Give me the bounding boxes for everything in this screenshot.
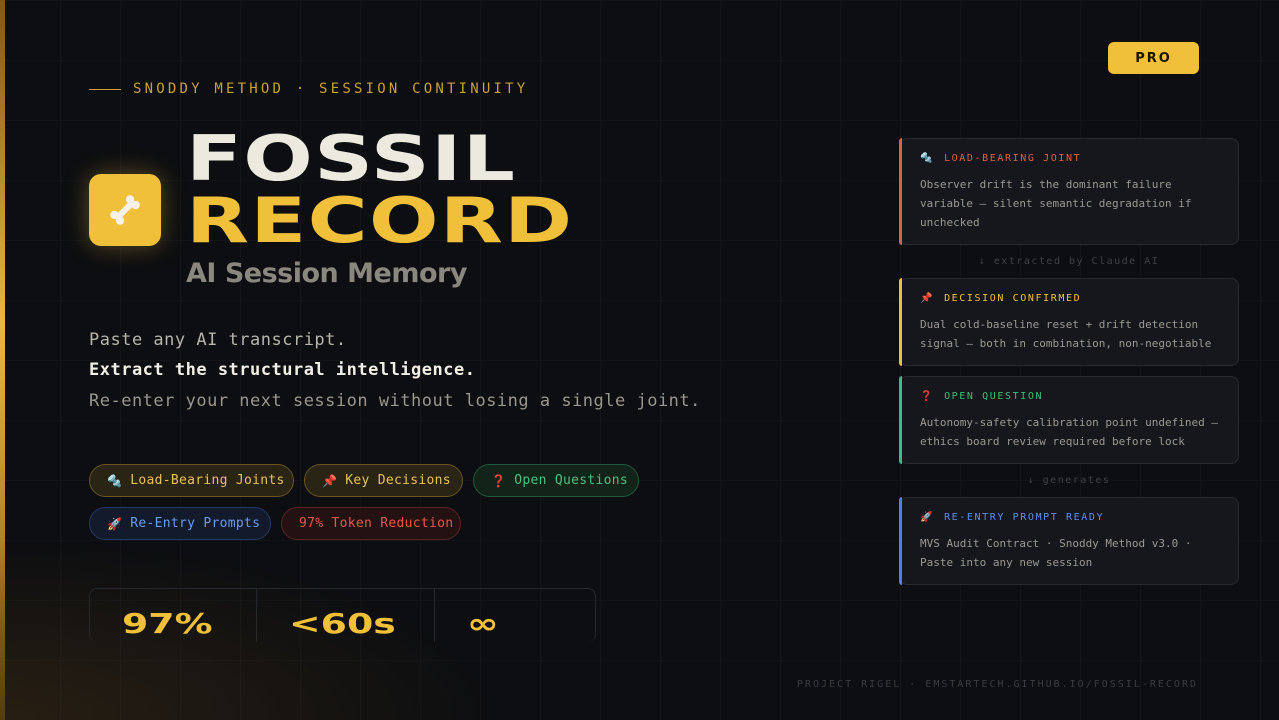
card-title: DECISION CONFIRMED: [944, 293, 1082, 304]
eyebrow-line: [89, 88, 121, 90]
tagline-3: Re-enter your next session without losin…: [89, 391, 701, 411]
eyebrow-text: SNODDY METHOD · SESSION CONTINUITY: [133, 81, 529, 97]
bone-icon: [110, 195, 140, 225]
tagline-2: Extract the structural intelligence.: [89, 360, 476, 380]
pin-icon: 📌: [920, 293, 935, 304]
chip-label: Open Questions: [514, 473, 629, 488]
pin-icon: 📌: [322, 473, 338, 488]
card-head: 🚀 RE-ENTRY PROMPT READY: [920, 512, 1218, 523]
stat-value: 97%: [122, 607, 213, 640]
chip-label: 97% Token Reduction: [299, 516, 454, 531]
card-title: OPEN QUESTION: [944, 391, 1044, 402]
rocket-icon: 🚀: [920, 512, 935, 523]
chip-token-reduction: 97% Token Reduction: [281, 507, 461, 540]
tagline-1: Paste any AI transcript.: [89, 330, 347, 350]
left-accent-bar: [0, 0, 5, 720]
card-decision-confirmed: 📌 DECISION CONFIRMED Dual cold-baseline …: [899, 278, 1239, 366]
card-load-bearing-joint: 🔩 LOAD-BEARING JOINT Observer drift is t…: [899, 138, 1239, 245]
stat-infinity: ∞: [435, 589, 595, 642]
question-icon: ❓: [920, 391, 935, 402]
subtitle: AI Session Memory: [186, 258, 467, 289]
card-open-question: ❓ OPEN QUESTION Autonomy-safety calibrat…: [899, 376, 1239, 464]
bolt-icon: 🔩: [920, 153, 935, 164]
chip-label: Load-Bearing Joints: [130, 473, 285, 488]
title-line-1: FOSSIL: [186, 122, 517, 195]
footer-link[interactable]: PROJECT RIGEL · EMSTARTECH.GITHUB.IO/FOS…: [797, 679, 1198, 690]
question-icon: ❓: [491, 473, 507, 488]
chip-label: Re-Entry Prompts: [130, 516, 261, 531]
chip-re-entry-prompts: 🚀 Re-Entry Prompts: [89, 507, 271, 540]
stat-time: <60s: [257, 589, 435, 642]
chip-key-decisions: 📌 Key Decisions: [304, 464, 463, 497]
stat-token-reduction: 97%: [90, 589, 257, 642]
card-body: Autonomy-safety calibration point undefi…: [920, 416, 1219, 448]
card-head: 📌 DECISION CONFIRMED: [920, 293, 1218, 304]
bone-logo-icon: [89, 174, 161, 246]
title-line-2: RECORD: [186, 184, 574, 257]
connector-generates: ↓ generates: [1027, 475, 1111, 486]
connector-extracted: ↓ extracted by Claude AI: [978, 256, 1160, 267]
card-body: Dual cold-baseline reset + drift detecti…: [920, 318, 1212, 350]
pro-badge[interactable]: PRO: [1108, 42, 1199, 74]
card-title: RE-ENTRY PROMPT READY: [944, 512, 1105, 523]
card-body: MVS Audit Contract · Snoddy Method v3.0 …: [920, 537, 1192, 569]
chip-label: Key Decisions: [345, 473, 451, 488]
card-re-entry-prompt: 🚀 RE-ENTRY PROMPT READY MVS Audit Contra…: [899, 497, 1239, 585]
chip-open-questions: ❓ Open Questions: [473, 464, 639, 497]
card-head: 🔩 LOAD-BEARING JOINT: [920, 153, 1218, 164]
stat-value: <60s: [289, 607, 396, 640]
card-body: Observer drift is the dominant failure v…: [920, 178, 1192, 229]
bolt-icon: 🔩: [107, 473, 123, 488]
card-title: LOAD-BEARING JOINT: [944, 153, 1082, 164]
eyebrow: SNODDY METHOD · SESSION CONTINUITY: [89, 81, 528, 97]
stat-value: ∞: [467, 607, 499, 640]
chip-load-bearing-joints: 🔩 Load-Bearing Joints: [89, 464, 294, 497]
stats-row: 97% <60s ∞: [89, 588, 596, 642]
card-head: ❓ OPEN QUESTION: [920, 391, 1218, 402]
rocket-icon: 🚀: [107, 516, 123, 531]
